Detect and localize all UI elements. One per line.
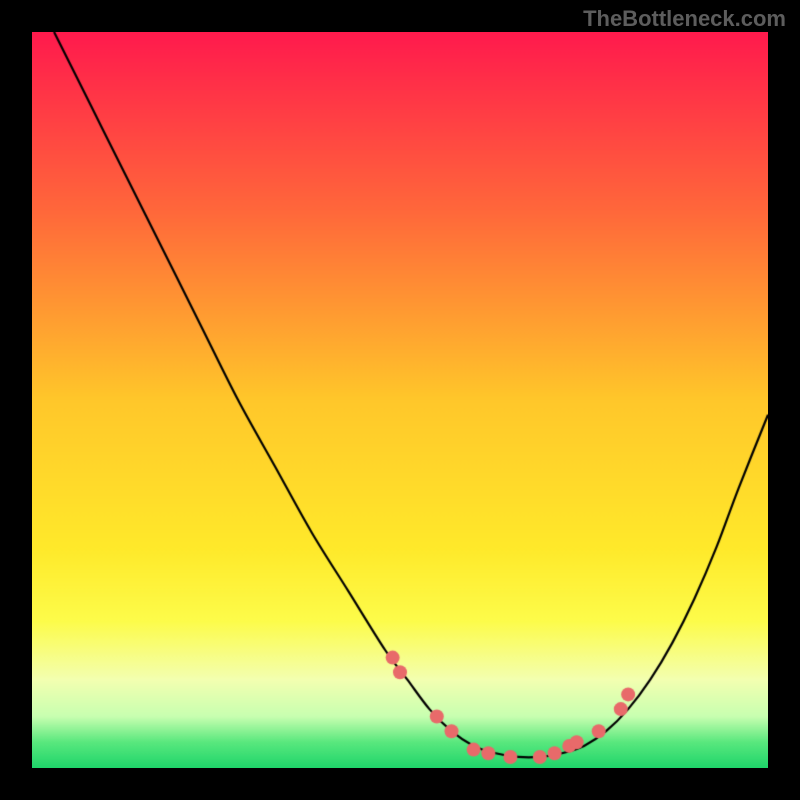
bottleneck-chart-canvas <box>32 32 768 768</box>
chart-container <box>32 32 768 768</box>
watermark-text: TheBottleneck.com <box>583 6 786 32</box>
